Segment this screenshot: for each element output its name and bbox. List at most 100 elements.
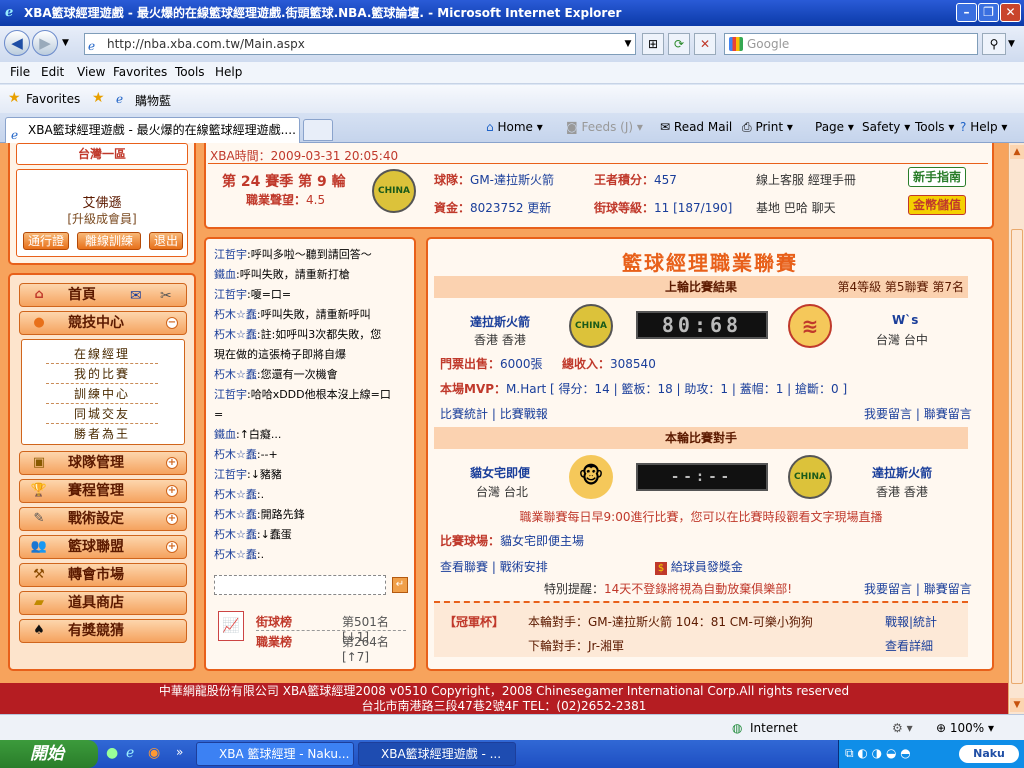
chat-sender[interactable]: 鐵血 [214,428,236,441]
menu-transfer[interactable]: ⚒ 轉會市場 [19,563,187,587]
street-rank[interactable]: 街球榜 第501名[↓1] [256,613,406,644]
tactics-link[interactable]: 戰術安排 [500,560,548,574]
refresh-icon[interactable]: ⟳ [668,33,690,55]
quicklaunch-ie-icon[interactable]: ℯ [126,745,134,761]
favorite-link[interactable]: 購物藍 [135,92,171,109]
menu-tactics[interactable]: ✎ 戰術設定 + [19,507,187,531]
chat-sender[interactable]: 朽木☆蠢 [214,308,257,321]
menu-tools[interactable]: Tools [175,65,205,79]
new-tab-button[interactable] [303,119,333,141]
menu-lottery[interactable]: ♠ 有獎競猜 [19,619,187,643]
zoom-control[interactable]: ⊕ 100% ▾ [936,721,994,735]
chat-sender[interactable]: 朽木☆蠢 [214,328,257,341]
expand-icon[interactable]: + [166,541,178,553]
opp-home-name[interactable]: 貓女宅即便 [470,464,530,481]
quicklaunch-icon-1[interactable]: ● [106,745,118,761]
start-button[interactable]: 開始 [0,740,98,768]
tools-command[interactable]: Tools ▾ [915,120,954,134]
menu-edit[interactable]: Edit [41,65,64,79]
submenu-my-games[interactable]: 我的比賽 [46,364,158,384]
chat-sender[interactable]: 朽木☆蠢 [214,528,257,541]
compat-view-icon[interactable]: ⊞ [642,33,664,55]
search-input[interactable]: Google [724,33,978,55]
send-icon[interactable]: ↵ [392,577,408,593]
opp-away-name[interactable]: 達拉斯火箭 [872,464,932,481]
chat-sender[interactable]: 朽木☆蠢 [214,368,257,381]
game-report-link[interactable]: 比賽戰報 [500,407,548,421]
mail-menu-icon[interactable]: ✉ [130,285,142,307]
address-dropdown-icon[interactable]: ▼ [620,34,636,54]
expand-icon[interactable]: + [166,457,178,469]
quicklaunch-more-icon[interactable]: » [176,745,183,759]
safety-command[interactable]: Safety ▾ [862,120,910,134]
menu-competition[interactable]: ● 競技中心 − [19,311,187,335]
scroll-down-icon[interactable]: ▼ [1010,698,1024,712]
minimize-button[interactable]: – [956,3,977,22]
support-links[interactable]: 線上客服 經理手冊 [756,171,856,188]
chat-sender[interactable]: 朽木☆蠢 [214,448,257,461]
chat-sender[interactable]: 江哲宇 [214,288,247,301]
favorites-button[interactable]: Favorites [26,92,80,106]
maximize-button[interactable]: ❐ [978,3,999,22]
cup-detail-link[interactable]: 查看詳細 [885,637,933,654]
pass-button[interactable]: 通行證 [23,232,69,250]
chat-sender[interactable]: 江哲宇 [214,248,247,261]
search-icon[interactable]: ⚲ [982,33,1006,55]
offline-training-button[interactable]: 離線訓練 [77,232,141,250]
close-button[interactable]: ✕ [1000,3,1021,22]
logout-button[interactable]: 退出 [149,232,183,250]
away-team-name[interactable]: W`s [892,313,918,327]
tab-current[interactable]: ℯ XBA籃球經理遊戲 - 最火爆的在線籃球經理遊戲.... [5,117,300,143]
menu-schedule[interactable]: 🏆 賽程管理 + [19,479,187,503]
search-options-icon[interactable]: ▼ [1008,39,1015,49]
protected-mode-icon[interactable]: ⚙ ▾ [892,721,913,735]
view-league-link[interactable]: 查看聯賽 [440,560,488,574]
task-button-1[interactable]: XBA 籃球經理 - Naku... [196,742,354,766]
menu-view[interactable]: View [77,65,105,79]
expand-icon[interactable]: + [166,485,178,497]
chat-input[interactable] [214,575,386,595]
menu-favorites[interactable]: Favorites [113,65,167,79]
tray-icons[interactable]: ⧉ ◐ ◑ ◒ ◓ [845,746,911,761]
read-mail-command[interactable]: ✉ Read Mail [660,120,732,134]
chat-sender[interactable]: 朽木☆蠢 [214,548,257,561]
chat-sender[interactable]: 朽木☆蠢 [214,488,257,501]
leave-message-link[interactable]: 我要留言 [864,407,912,421]
newbie-guide-button[interactable]: 新手指南 [908,167,966,187]
menu-home[interactable]: ⌂ 首頁 ✉ ✂ [19,283,187,307]
stop-icon[interactable]: ✕ [694,33,716,55]
chat-sender[interactable]: 朽木☆蠢 [214,508,257,521]
address-input[interactable]: ℯ http://nba.xba.com.tw/Main.aspx [84,33,636,55]
menu-team[interactable]: ▣ 球隊管理 + [19,451,187,475]
bonus-link[interactable]: $ 給球員發獎金 [655,558,743,575]
print-command[interactable]: ⎙ Print ▾ [742,120,793,135]
cup-report-link[interactable]: 戰報|統計 [885,613,937,630]
game-stats-link[interactable]: 比賽統計 [440,407,488,421]
pro-rank[interactable]: 職業榜 第264名[↑7] [256,633,406,664]
chat-sender[interactable]: 江哲宇 [214,388,247,401]
vertical-scrollbar[interactable]: ▲ ▼ [1008,143,1024,714]
scroll-thumb[interactable] [1011,229,1023,684]
feeds-command[interactable]: ◙ Feeds (J) ▾ [566,120,643,134]
chat-sender[interactable]: 江哲宇 [214,468,247,481]
leave-message-link-2[interactable]: 我要留言 [864,582,912,596]
history-dropdown-icon[interactable]: ▼ [62,38,69,48]
submenu-training[interactable]: 訓練中心 [46,384,158,404]
add-favorite-icon[interactable]: ★ [92,90,105,106]
collapse-icon[interactable]: − [166,317,178,329]
submenu-friends[interactable]: 同城交友 [46,404,158,424]
league-message-link-2[interactable]: 聯賽留言 [924,582,972,596]
naku-logo[interactable]: Naku [959,745,1019,763]
gold-topup-button[interactable]: 金幣儲值 [908,195,966,215]
scroll-up-icon[interactable]: ▲ [1010,145,1024,159]
back-button[interactable]: ◀ [4,30,30,56]
home-command[interactable]: ⌂ Home ▾ [486,120,543,134]
help-command[interactable]: ? Help ▾ [960,120,1007,134]
tools-menu-icon[interactable]: ✂ [160,285,172,307]
quicklaunch-firefox-icon[interactable]: ◉ [148,745,160,761]
league-message-link[interactable]: 聯賽留言 [924,407,972,421]
upgrade-link[interactable]: [升級成會員] [17,210,187,227]
refresh-link[interactable]: 更新 [527,201,551,215]
menu-file[interactable]: File [10,65,30,79]
community-links[interactable]: 基地 巴哈 聊天 [756,199,836,216]
